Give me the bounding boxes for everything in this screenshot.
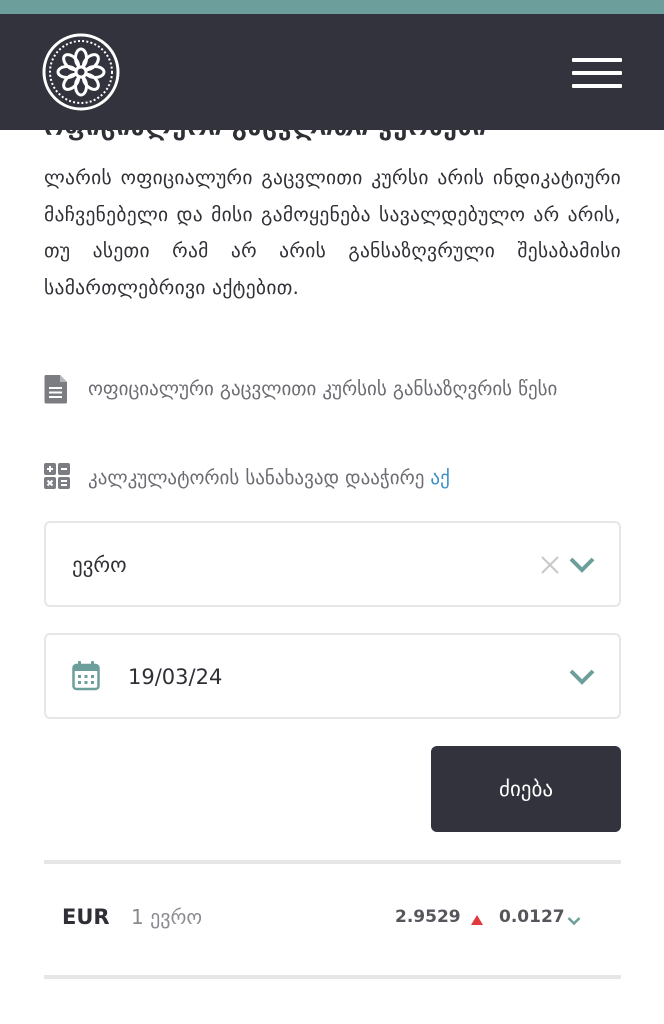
clear-icon[interactable] [540,555,560,575]
rate-diff: 0.0127 [499,907,565,927]
trend-up-icon [470,911,484,925]
currency-code: EUR [62,905,110,929]
calendar-icon [72,661,100,691]
currency-name: 1 ევრო [131,905,203,929]
nbg-logo-icon[interactable] [42,33,120,111]
divider [44,860,621,864]
chevron-down-icon[interactable] [569,668,595,686]
rules-link[interactable]: ოფიციალური გაცვლითი კურსის განსაზღვრის წ… [44,372,621,406]
currency-select[interactable]: ევრო [44,521,621,607]
hamburger-menu-icon[interactable] [572,58,622,90]
divider [44,975,621,979]
rate-value: 2.9529 [395,907,461,927]
calculator-text: კალკულატორის სანახავად დააჭირე აქ [88,467,450,489]
rate-row-eur[interactable]: EUR 1 ევრო 2.9529 0.0127 [44,866,621,976]
date-picker[interactable]: 19/03/24 [44,633,621,719]
chevron-down-icon[interactable] [567,911,581,926]
date-value: 19/03/24 [128,665,223,689]
search-button[interactable]: ძიება [431,746,621,832]
top-accent-strip [0,0,664,14]
calculator-link[interactable]: აქ [430,467,449,489]
chevron-down-icon[interactable] [569,556,595,574]
calculator-row: კალკულატორის სანახავად დააჭირე აქ [44,461,450,495]
rules-link-text[interactable]: ოფიციალური გაცვლითი კურსის განსაზღვრის წ… [88,372,608,406]
currency-select-value: ევრო [72,553,127,577]
site-header [0,14,664,130]
description-paragraph: ლარის ოფიციალური გაცვლითი კურსი არის ინდ… [44,166,621,299]
document-icon [44,374,70,404]
calculator-icon [44,463,70,493]
